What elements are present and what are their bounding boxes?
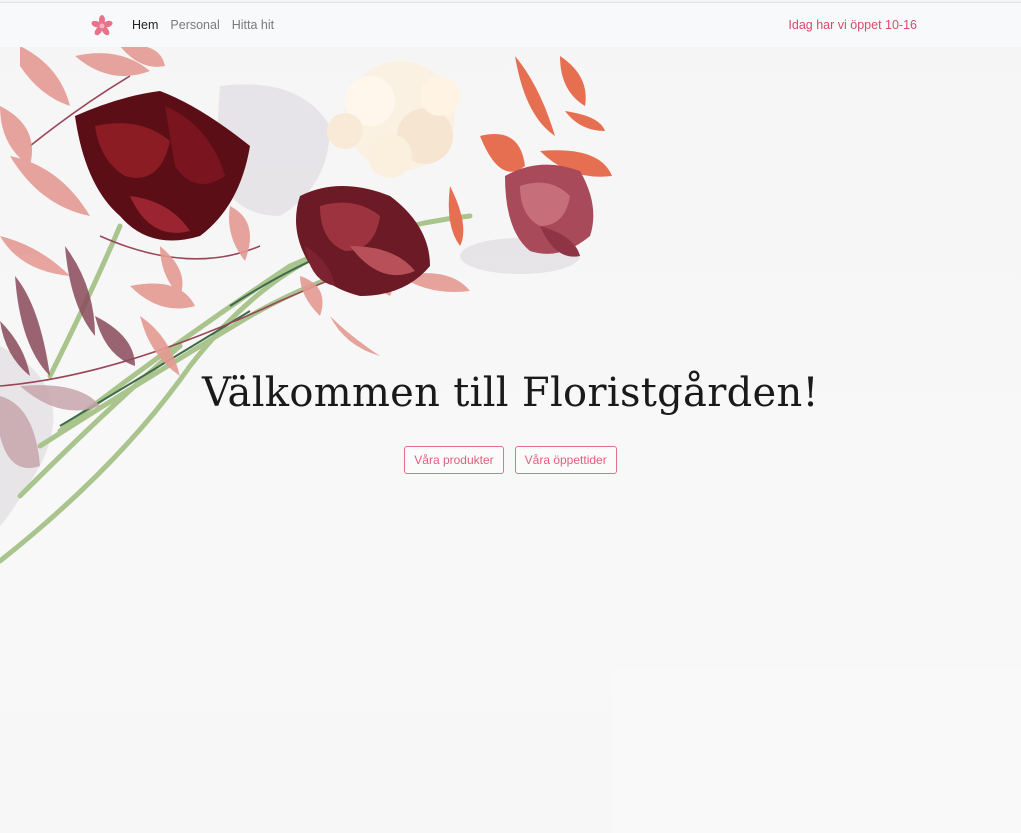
flower-logo-icon[interactable] [90, 14, 114, 38]
nav-links: Hem Personal Hitta hit [132, 3, 286, 47]
products-button[interactable]: Våra produkter [404, 446, 504, 474]
nav-link-hitta-hit[interactable]: Hitta hit [232, 18, 274, 32]
hero-buttons: Våra produkter Våra öppettider [0, 446, 1021, 474]
background-shade [612, 670, 1021, 833]
hero-section: Välkommen till Floristgården! Våra produ… [0, 370, 1021, 474]
navbar: Hem Personal Hitta hit Idag har vi öppet… [0, 2, 1021, 47]
nav-link-hem[interactable]: Hem [132, 18, 158, 32]
page: Hem Personal Hitta hit Idag har vi öppet… [0, 0, 1021, 833]
nav-link-personal[interactable]: Personal [170, 18, 219, 32]
flower-bouquet-image [0, 46, 612, 564]
opening-hours-text: Idag har vi öppet 10-16 [788, 18, 917, 32]
opening-hours-button[interactable]: Våra öppettider [514, 446, 617, 474]
hero-title: Välkommen till Floristgården! [202, 370, 819, 416]
